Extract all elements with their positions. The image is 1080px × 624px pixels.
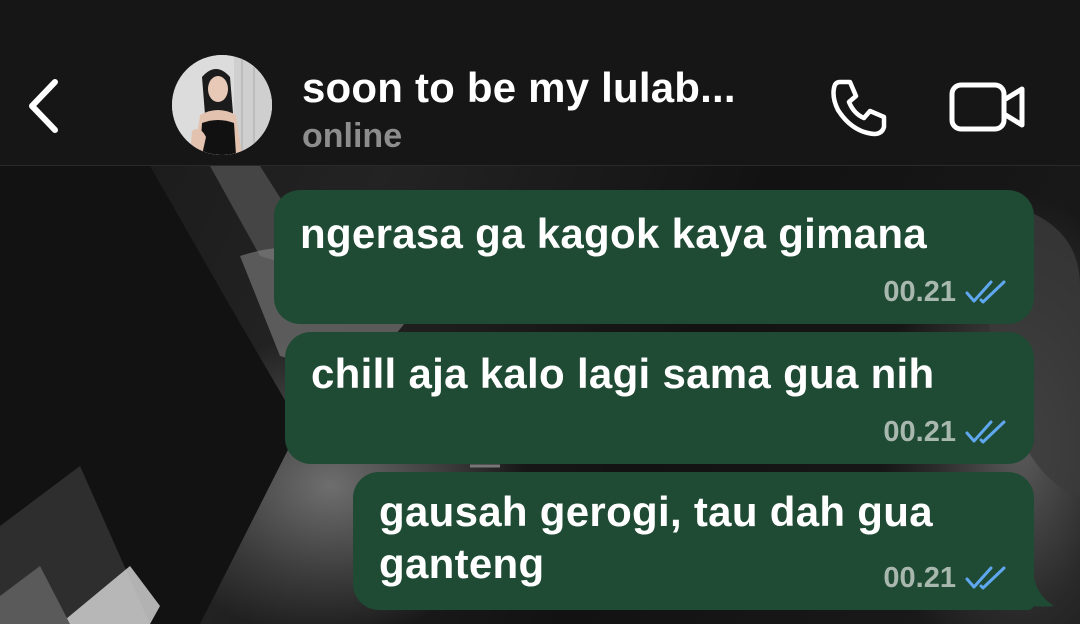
video-call-button[interactable] xyxy=(948,80,1028,134)
message-meta: 00.21 xyxy=(883,416,1008,448)
contact-status: online xyxy=(302,117,403,155)
message-meta: 00.21 xyxy=(883,276,1008,308)
chat-header: soon to be my lulab... online xyxy=(0,0,1080,166)
message-bubble-outgoing[interactable]: ngerasa ga kagok kaya gimana 00.21 xyxy=(274,190,1034,324)
double-check-icon xyxy=(965,420,1006,444)
message-text: chill aja kalo lagi sama gua nih xyxy=(311,350,935,397)
contact-name[interactable]: soon to be my lulab... xyxy=(302,64,802,112)
double-check-icon xyxy=(965,566,1006,590)
message-bubble-outgoing[interactable]: gausah gerogi, tau dah gua ganteng 00.21 xyxy=(353,472,1034,610)
double-check-icon xyxy=(965,280,1006,304)
message-meta: 00.21 xyxy=(883,562,1008,594)
message-list: ngerasa ga kagok kaya gimana 00.21 chill… xyxy=(0,166,1080,624)
video-camera-icon xyxy=(949,82,1025,132)
message-time: 00.21 xyxy=(883,415,956,448)
phone-icon xyxy=(831,79,887,137)
back-button[interactable] xyxy=(22,76,66,136)
avatar-photo xyxy=(172,55,272,155)
chevron-left-icon xyxy=(29,79,58,133)
message-time: 00.21 xyxy=(883,275,956,308)
message-time: 00.21 xyxy=(883,561,956,594)
message-bubble-outgoing[interactable]: chill aja kalo lagi sama gua nih 00.21 xyxy=(285,332,1034,464)
avatar[interactable] xyxy=(172,55,272,155)
message-text: ngerasa ga kagok kaya gimana xyxy=(300,210,928,257)
voice-call-button[interactable] xyxy=(826,74,892,140)
bubble-tail xyxy=(1024,578,1054,607)
